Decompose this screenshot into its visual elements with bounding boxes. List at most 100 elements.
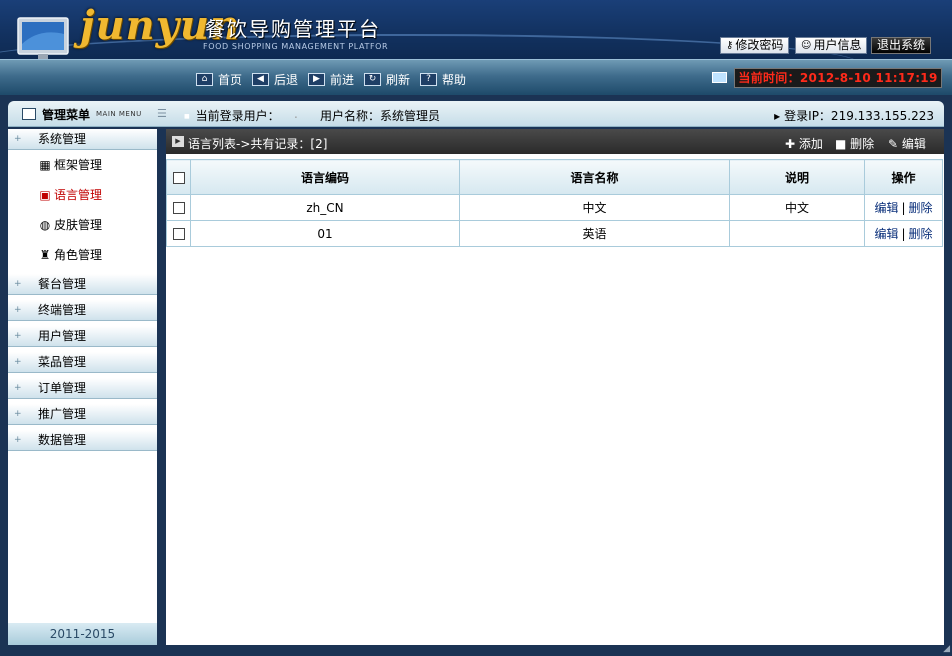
menu-subtitle: MAIN MENU [96,110,142,118]
pencil-icon: ✎ [888,137,899,151]
change-password-label: 修改密码 [735,38,784,52]
edit-button[interactable]: ✎ 编辑 [888,135,926,152]
add-label: 添加 [798,137,823,151]
row-select-cell [166,194,191,221]
logout-button[interactable]: 退出系统 [871,37,932,54]
key-icon: ⚷ [726,40,734,51]
sidebar-group-label: 用户管理 [38,329,87,343]
sidebar-group-label: 终端管理 [38,303,87,317]
app-subtitle: FOOD SHOPPING MANAGEMENT PLATFOR [203,42,389,51]
back-button[interactable]: ◀ 后退 [252,71,298,88]
forward-label: 前进 [330,73,355,87]
edit-label: 编辑 [901,137,926,151]
row-edit-link[interactable]: 编辑 [874,227,898,241]
table-row: 01 英语 编辑 | 删除 [166,220,943,247]
list-toolbar: ▶ 语言列表->共有记录：[2] ✚ 添加 ■ 删除 ✎ 编辑 [166,129,944,154]
sidebar-group-dishes[interactable]: 菜品管理 [8,352,157,373]
column-header-code[interactable]: 语言编码 [190,159,460,195]
user-info-label: 用户信息 [813,38,862,52]
home-icon: ⌂ [196,73,213,86]
refresh-label: 刷新 [386,73,411,87]
sidebar-group-label: 推广管理 [38,407,87,421]
username-label: 用户名称：系统管理员 [320,109,441,123]
sidebar-group-data[interactable]: 数据管理 [8,430,157,451]
row-delete-link[interactable]: 删除 [909,201,933,215]
back-label: 后退 [274,73,299,87]
sidebar-group-system[interactable]: 系统管理 [8,129,157,150]
sidebar-group-label: 系统管理 [38,132,87,146]
sidebar-item-label: 皮肤管理 [54,218,103,232]
delete-label: 删除 [850,137,875,151]
cell-name: 英语 [459,220,730,247]
sidebar-group-label: 菜品管理 [38,355,87,369]
select-all-checkbox[interactable] [172,171,185,184]
cell-code: 01 [190,220,460,247]
column-header-name[interactable]: 语言名称 [459,159,730,195]
resize-grip-icon[interactable]: ◢ [943,644,950,654]
app-header: junyun 餐饮导购管理平台 FOOD SHOPPING MANAGEMENT… [0,0,952,59]
link-separator: | [901,201,906,215]
home-label: 首页 [218,73,243,87]
row-checkbox[interactable] [172,228,185,240]
row-delete-link[interactable]: 删除 [909,227,933,241]
arrow-left-icon: ◀ [252,73,269,86]
add-button[interactable]: ✚ 添加 [785,135,823,152]
user-info-button[interactable]: ☺ 用户信息 [795,37,868,54]
menu-header: 管理菜单 MAIN MENU [8,101,166,127]
sidebar-group-orders[interactable]: 订单管理 [8,378,157,399]
app-title: 餐饮导购管理平台 [205,17,381,41]
help-icon: ? [420,73,437,86]
trash-icon: ■ [835,137,847,151]
film-icon: ▦ [39,158,51,172]
row-checkbox[interactable] [172,202,185,214]
forward-button[interactable]: ▶ 前进 [308,71,354,88]
help-button[interactable]: ? 帮助 [420,71,466,88]
refresh-icon: ↻ [364,73,381,86]
column-header-actions: 操作 [864,159,943,195]
sidebar-item-label: 语言管理 [54,188,103,202]
cell-desc [729,220,865,247]
delete-button[interactable]: ■ 删除 [835,135,874,152]
sidebar-group-tables[interactable]: 餐台管理 [8,274,157,295]
sidebar-item-role[interactable]: ♜ 角色管理 [8,240,157,270]
table-row: zh_CN 中文 中文 编辑 | 删除 [166,194,943,221]
users-icon: ♜ [39,248,51,262]
row-select-cell [166,220,191,247]
sidebar-item-skin[interactable]: ◍ 皮肤管理 [8,210,157,240]
sidebar-footer: 2011-2015 [8,623,157,645]
user-icon: ☺ [801,40,812,51]
main-panel: ▶ 语言列表->共有记录：[2] ✚ 添加 ■ 删除 ✎ 编辑 语言编码 语言名… [166,129,944,645]
sidebar-group-promotion[interactable]: 推广管理 [8,404,157,425]
language-table: 语言编码 语言名称 说明 操作 zh_CN 中文 中文 编辑 | 删除 01 英… [166,159,943,247]
disc-icon: ◍ [39,218,51,232]
menu-title: 管理菜单 [42,107,91,122]
cell-actions: 编辑 | 删除 [864,194,943,221]
monitor-icon [17,17,69,59]
current-time: 当前时间：2012-8-10 11:17:19 [734,68,942,88]
sidebar-item-language[interactable]: ▣ 语言管理 [8,180,157,210]
column-header-desc[interactable]: 说明 [729,159,865,195]
row-edit-link[interactable]: 编辑 [874,201,898,215]
cell-actions: 编辑 | 删除 [864,220,943,247]
collapse-menu-icon[interactable]: ☰ [157,107,167,120]
plus-icon: ✚ [785,137,796,151]
play-icon: ▶ [172,136,184,147]
sidebar-group-label: 餐台管理 [38,277,87,291]
sidebar-group-label: 数据管理 [38,433,87,447]
home-button[interactable]: ⌂ 首页 [196,71,242,88]
refresh-button[interactable]: ↻ 刷新 [364,71,410,88]
current-user-value: . [294,107,298,121]
sidebar-menu: 系统管理 ▦ 框架管理 ▣ 语言管理 ◍ 皮肤管理 ♜ 角色管理 餐台管理 终端… [8,129,157,645]
sidebar-item-label: 角色管理 [54,248,103,262]
nav-toolbar: ⌂ 首页 ◀ 后退 ▶ 前进 ↻ 刷新 ? 帮助 当前时间：2012-8-10 … [0,59,952,95]
sidebar-group-users[interactable]: 用户管理 [8,326,157,347]
link-separator: | [901,227,906,241]
info-bar: 管理菜单 MAIN MENU ☰ 当前登录用户： . 用户名称：系统管理员 登录… [8,101,944,127]
change-password-button[interactable]: ⚷ 修改密码 [720,37,790,54]
sidebar-sublist: ▦ 框架管理 ▣ 语言管理 ◍ 皮肤管理 ♜ 角色管理 [8,150,157,274]
sidebar-item-frame[interactable]: ▦ 框架管理 [8,150,157,180]
select-all-cell [166,159,191,195]
sidebar-group-terminals[interactable]: 终端管理 [8,300,157,321]
sidebar-item-label: 框架管理 [54,158,103,172]
cell-name: 中文 [459,194,730,221]
